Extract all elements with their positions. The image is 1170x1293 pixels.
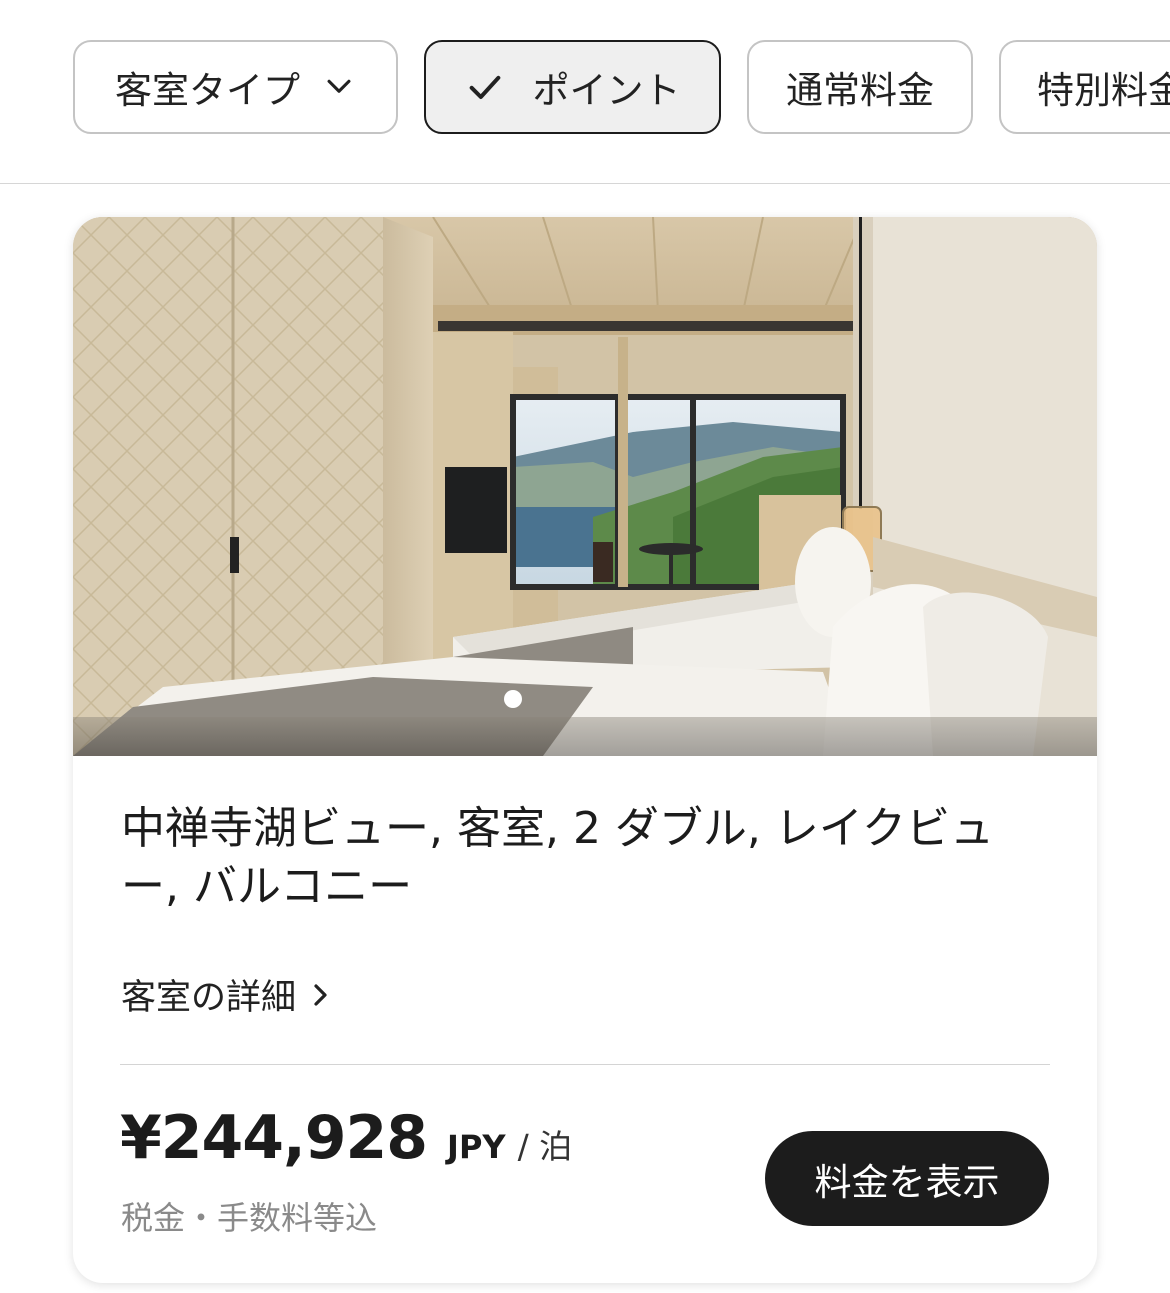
tax-note: 税金・手数料等込 [121, 1199, 378, 1237]
points-filter[interactable]: ポイント [424, 40, 721, 134]
view-rates-button[interactable]: 料金を表示 [765, 1131, 1049, 1226]
price-per-night: / 泊 [517, 1127, 573, 1166]
price-amount: ¥244,928 [120, 1103, 428, 1173]
check-icon [469, 75, 500, 99]
divider [120, 1064, 1050, 1065]
room-details-link[interactable]: 客室の詳細 [121, 969, 332, 1020]
carousel-dot [504, 690, 522, 708]
regular-rate-filter[interactable]: 通常料金 [747, 40, 973, 134]
room-details-label: 客室の詳細 [121, 978, 297, 1018]
chevron-right-icon [314, 983, 327, 1006]
room-type-label: 客室タイプ [115, 69, 300, 112]
price-currency: JPY [447, 1128, 506, 1166]
regular-rate-label: 通常料金 [786, 69, 934, 112]
room-type-filter[interactable]: 客室タイプ [73, 40, 398, 134]
room-photo[interactable] [73, 217, 1097, 756]
special-rate-label: 特別料金 [1037, 69, 1170, 112]
chevron-down-icon [327, 79, 351, 93]
room-title: 中禅寺湖ビュー, 客室, 2 ダブル, レイクビュー, バルコニー [121, 803, 995, 912]
price-row: ¥244,928 JPY / 泊 [120, 1103, 572, 1173]
room-card: 中禅寺湖ビュー, 客室, 2 ダブル, レイクビュー, バルコニー 客室の詳細 … [73, 217, 1097, 1283]
special-rate-filter[interactable]: 特別料金 [999, 40, 1170, 134]
points-label: ポイント [532, 69, 681, 112]
filter-bar: 客室タイプ ポイント 通常料金 特別料金 [0, 0, 1170, 184]
